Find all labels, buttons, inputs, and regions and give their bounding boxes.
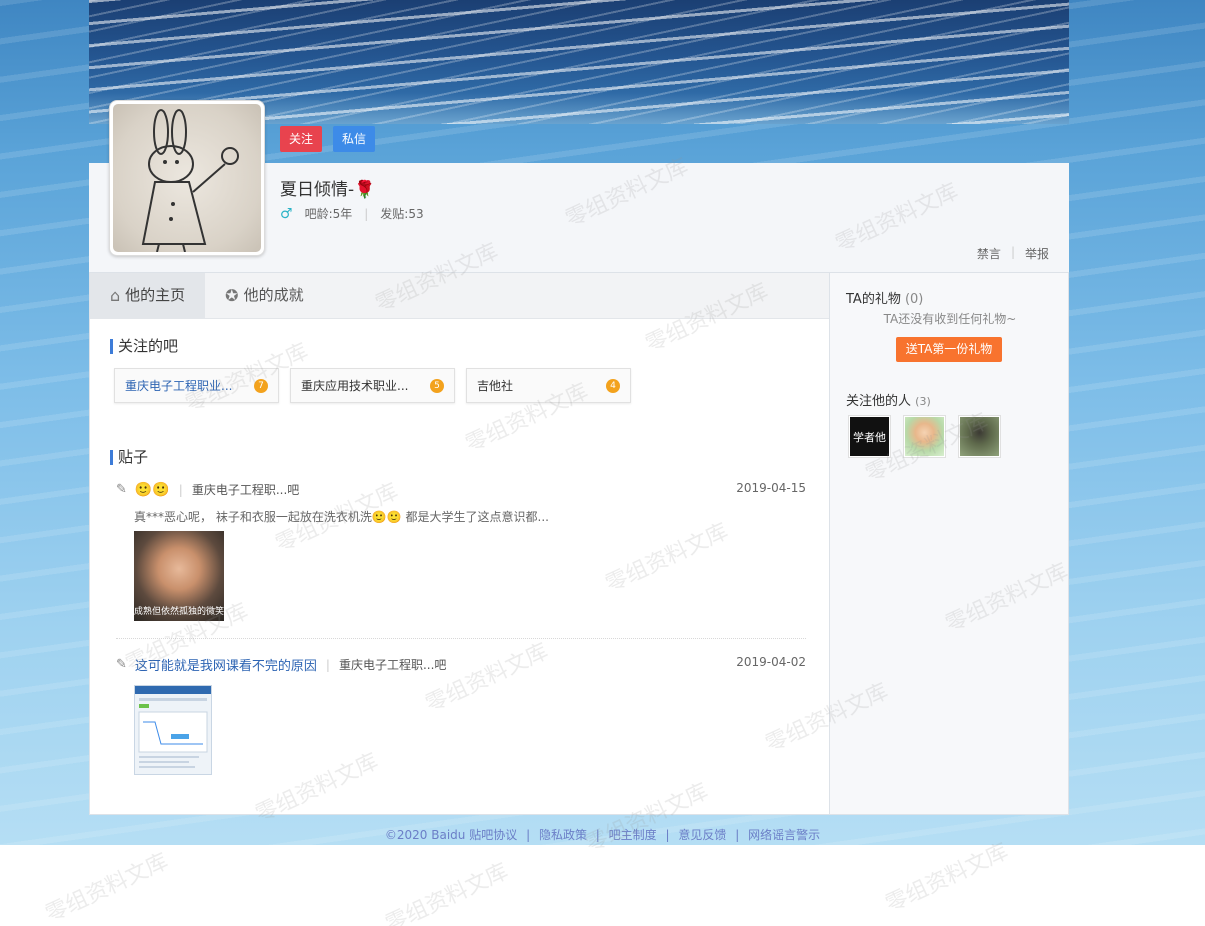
post-excerpt[interactable]: 真***恶心呢， 袜子和衣服一起放在洗衣机洗🙂🙂 都是大学生了这点意识都... <box>134 508 806 525</box>
post-title[interactable]: 这可能就是我网课看不完的原因 <box>135 655 317 674</box>
main-panel: ⌂ 他的主页 ✪ 他的成就 关注的吧 重庆电子工程职业... 7 重庆应用技术职… <box>89 273 830 815</box>
post-forum-link[interactable]: 重庆电子工程职...吧 <box>192 481 299 498</box>
footer-divider: | <box>665 828 670 842</box>
watermark: 零组资料文库 <box>881 839 1013 918</box>
gifts-title: TA的礼物 (0) <box>846 288 923 307</box>
footer-link-feedback[interactable]: 意见反馈 <box>678 828 726 842</box>
posts-section-title: 贴子 <box>110 450 148 465</box>
footer-divider: | <box>526 828 531 842</box>
user-meta: ♂ 吧龄:5年 | 发贴:53 <box>280 205 424 222</box>
footer: ©2020 Baidu 贴吧协议 | 隐私政策 | 吧主制度 | 意见反馈 | … <box>0 826 1205 843</box>
male-gender-icon: ♂ <box>280 205 293 222</box>
forum-card[interactable]: 重庆电子工程职业... 7 <box>114 368 279 403</box>
tab-achievements[interactable]: ✪ 他的成就 <box>205 273 323 318</box>
home-icon: ⌂ <box>110 286 121 305</box>
sidebar: TA的礼物 (0) TA还没有收到任何礼物~ 送TA第一份礼物 关注他的人 (3… <box>829 273 1069 815</box>
edit-icon: ✎ <box>116 482 127 497</box>
followers-title-label: 关注他的人 <box>846 394 912 409</box>
gifts-title-label: TA的礼物 <box>846 292 901 307</box>
follower-avatar[interactable] <box>903 415 946 458</box>
forum-level-icon: 4 <box>606 378 620 393</box>
footer-divider: | <box>595 828 600 842</box>
post-image-caption: 成熟但依然孤独的微笑 <box>134 607 225 617</box>
forum-card[interactable]: 重庆应用技术职业... 5 <box>290 368 455 403</box>
tab-bar: ⌂ 他的主页 ✪ 他的成就 <box>90 273 829 319</box>
tab-home[interactable]: ⌂ 他的主页 <box>90 273 206 318</box>
follower-avatar-image <box>905 417 944 456</box>
post-item: ✎ 🙂🙂 | 重庆电子工程职...吧 2019-04-15 真***恶心呢， 袜… <box>116 481 806 621</box>
report-link[interactable]: 举报 <box>1025 245 1049 262</box>
followers-title: 关注他的人 (3) <box>846 390 931 409</box>
followed-forums-title: 关注的吧 <box>110 339 178 354</box>
forum-card[interactable]: 吉他社 4 <box>466 368 631 403</box>
follower-avatar[interactable] <box>958 415 1001 458</box>
footer-link-rumor[interactable]: 网络谣言警示 <box>748 828 820 842</box>
forum-name: 重庆电子工程职业... <box>125 379 233 393</box>
post-separator <box>116 638 806 639</box>
meta-divider: | <box>364 206 369 221</box>
forum-level-icon: 7 <box>254 378 268 393</box>
edit-icon: ✎ <box>116 657 127 672</box>
tab-achievements-label: 他的成就 <box>243 286 304 304</box>
forum-level-icon: 5 <box>430 378 444 393</box>
footer-divider: | <box>735 828 740 842</box>
action-divider: | <box>1010 245 1015 259</box>
mute-link[interactable]: 禁言 <box>977 245 1001 262</box>
footer-link-privacy[interactable]: 隐私政策 <box>539 828 587 842</box>
avatar-image <box>113 104 261 252</box>
tab-home-label: 他的主页 <box>125 286 186 304</box>
footer-link-moderator[interactable]: 吧主制度 <box>609 828 657 842</box>
post-title[interactable]: 🙂🙂 <box>135 482 170 498</box>
followers-count: (3) <box>915 395 931 408</box>
post-divider-bar: | <box>325 657 330 672</box>
followed-forums-list: 重庆电子工程职业... 7 重庆应用技术职业... 5 吉他社 4 <box>114 368 631 403</box>
follower-avatar-image <box>960 417 999 456</box>
watermark: 零组资料文库 <box>41 849 173 926</box>
footer-link-agreement[interactable]: 贴吧协议 <box>469 828 517 842</box>
post-count: 发贴:53 <box>380 207 424 221</box>
post-header: ✎ 这可能就是我网课看不完的原因 | 重庆电子工程职...吧 <box>116 655 806 674</box>
post-image[interactable]: 成熟但依然孤独的微笑 <box>134 531 224 621</box>
post-item: ✎ 这可能就是我网课看不完的原因 | 重庆电子工程职...吧 2019-04-0… <box>116 655 806 775</box>
message-button[interactable]: 私信 <box>333 126 375 152</box>
send-gift-button[interactable]: 送TA第一份礼物 <box>896 337 1002 362</box>
post-header: ✎ 🙂🙂 | 重庆电子工程职...吧 <box>116 481 806 498</box>
post-image[interactable] <box>134 685 212 775</box>
avatar[interactable] <box>109 100 265 256</box>
forum-age: 吧龄:5年 <box>304 207 353 221</box>
post-date: 2019-04-02 <box>736 655 806 669</box>
username: 夏日倾情-🌹 <box>280 180 376 200</box>
followers-list: 学者他 <box>848 415 1001 458</box>
badge-icon: ✪ <box>225 286 239 305</box>
follower-avatar[interactable]: 学者他 <box>848 415 891 458</box>
follower-avatar-image: 学者他 <box>850 417 889 456</box>
post-date: 2019-04-15 <box>736 481 806 495</box>
watermark: 零组资料文库 <box>381 859 513 926</box>
gifts-empty-text: TA还没有收到任何礼物~ <box>883 312 1017 326</box>
footer-copyright: ©2020 Baidu <box>384 828 466 842</box>
post-divider-bar: | <box>178 482 183 497</box>
header-actions: 禁言 | 举报 <box>977 245 1049 262</box>
gifts-count: (0) <box>904 292 924 307</box>
follow-button[interactable]: 关注 <box>280 126 322 152</box>
forum-name: 重庆应用技术职业... <box>301 379 409 393</box>
post-forum-link[interactable]: 重庆电子工程职...吧 <box>339 656 446 673</box>
forum-name: 吉他社 <box>477 379 514 393</box>
